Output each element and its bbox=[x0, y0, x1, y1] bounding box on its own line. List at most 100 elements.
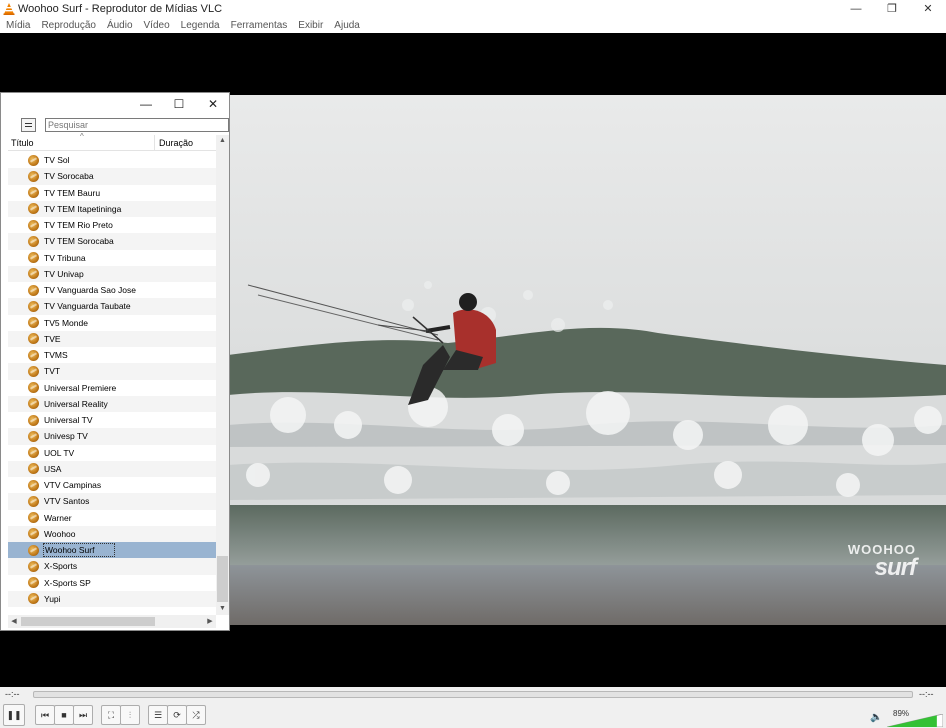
playlist-toggle-button[interactable]: ☰ bbox=[148, 705, 168, 725]
stream-globe-icon bbox=[28, 382, 39, 394]
stream-globe-icon bbox=[28, 528, 39, 540]
stream-globe-icon bbox=[28, 544, 39, 556]
stream-globe-icon bbox=[28, 512, 39, 524]
playlist-item[interactable]: TV Vanguarda Sao Jose bbox=[8, 282, 216, 299]
search-input[interactable] bbox=[45, 118, 229, 132]
remaining-time[interactable]: --:-- bbox=[919, 689, 934, 699]
minimize-button[interactable]: — bbox=[838, 0, 874, 17]
playlist-item-title: TV Vanguarda Taubate bbox=[44, 301, 131, 312]
stream-globe-icon bbox=[28, 479, 39, 491]
playlist-item[interactable]: VTV Santos bbox=[8, 493, 216, 510]
maximize-button[interactable]: ❐ bbox=[874, 0, 910, 17]
playlist-item[interactable]: TVE bbox=[8, 330, 216, 347]
stream-globe-icon bbox=[28, 447, 39, 459]
playlist-item[interactable]: X-Sports SP bbox=[8, 574, 216, 591]
stream-globe-icon bbox=[28, 577, 39, 589]
playlist-item[interactable]: TV Tribuna bbox=[8, 249, 216, 266]
scroll-up-icon[interactable]: ▲ bbox=[216, 135, 229, 147]
title-bar: Woohoo Surf - Reprodutor de Mídias VLC —… bbox=[0, 0, 946, 17]
stream-globe-icon bbox=[28, 187, 39, 199]
column-duration[interactable]: Duração bbox=[155, 138, 193, 148]
watermark-line2: surf bbox=[874, 554, 917, 581]
loop-button[interactable]: ⟳ bbox=[167, 705, 187, 725]
playlist-item-title: VTV Santos bbox=[44, 496, 90, 507]
playlist-item[interactable]: Univesp TV bbox=[8, 428, 216, 445]
stream-globe-icon bbox=[28, 365, 39, 377]
stream-globe-icon bbox=[28, 219, 39, 231]
playlist-item[interactable]: TV Sol bbox=[8, 152, 216, 169]
playlist-item[interactable]: TVT bbox=[8, 363, 216, 380]
elapsed-time: --:-- bbox=[5, 689, 20, 699]
menu-tools[interactable]: Ferramentas bbox=[225, 20, 293, 31]
playlist-item[interactable]: TVMS bbox=[8, 347, 216, 364]
close-button[interactable]: ✕ bbox=[910, 0, 946, 17]
playlist-item[interactable]: Woohoo bbox=[8, 525, 216, 542]
column-title-label: Título bbox=[11, 137, 34, 148]
stream-globe-icon bbox=[28, 235, 39, 247]
scroll-left-icon[interactable]: ◀ bbox=[8, 615, 20, 628]
playlist-item[interactable]: UOL TV bbox=[8, 444, 216, 461]
playlist-item[interactable]: Warner bbox=[8, 509, 216, 526]
pause-button[interactable]: ❚❚ bbox=[3, 704, 25, 726]
playlist-item[interactable]: Universal Premiere bbox=[8, 379, 216, 396]
playlist-item[interactable]: TV Vanguarda Taubate bbox=[8, 298, 216, 315]
stream-globe-icon bbox=[28, 560, 39, 572]
stream-globe-icon bbox=[28, 170, 39, 182]
playlist-item[interactable]: TV Univap bbox=[8, 265, 216, 282]
playlist-item[interactable]: TV TEM Rio Preto bbox=[8, 217, 216, 234]
playlist-item[interactable]: TV5 Monde bbox=[8, 314, 216, 331]
menu-media[interactable]: Mídia bbox=[0, 20, 35, 31]
playlist-item[interactable]: TV Sorocaba bbox=[8, 168, 216, 185]
scroll-right-icon[interactable]: ▶ bbox=[204, 615, 216, 628]
stream-globe-icon bbox=[28, 430, 39, 442]
shuffle-button[interactable]: ⤮ bbox=[186, 705, 206, 725]
playlist-item[interactable]: Universal Reality bbox=[8, 395, 216, 412]
sort-caret-icon: ^ bbox=[80, 131, 84, 141]
volume-slider[interactable] bbox=[887, 714, 943, 727]
next-button[interactable]: ⏭ bbox=[73, 705, 93, 725]
scroll-down-icon[interactable]: ▼ bbox=[216, 603, 229, 615]
playlist-item[interactable]: TV TEM Bauru bbox=[8, 184, 216, 201]
speaker-icon[interactable]: 🔈 bbox=[870, 712, 882, 723]
playlist-item-title: TV TEM Rio Preto bbox=[44, 220, 113, 231]
horizontal-scroll-thumb[interactable] bbox=[21, 617, 155, 626]
horizontal-scrollbar[interactable]: ◀ ▶ bbox=[8, 615, 216, 628]
playlist-item[interactable]: TV TEM Sorocaba bbox=[8, 233, 216, 250]
volume-control[interactable]: 🔈 89% bbox=[870, 705, 946, 727]
playlist-item[interactable]: Universal TV bbox=[8, 412, 216, 429]
column-title[interactable]: Título ^ bbox=[8, 132, 155, 151]
playlist-view-button[interactable] bbox=[21, 118, 36, 132]
fullscreen-button[interactable]: ⛶ bbox=[101, 705, 121, 725]
playlist-item-title: TVMS bbox=[44, 350, 68, 361]
menu-view[interactable]: Exibir bbox=[292, 20, 328, 31]
extended-settings-button[interactable]: ⫶ bbox=[120, 705, 140, 725]
vertical-scroll-thumb[interactable] bbox=[217, 556, 228, 602]
playlist-item[interactable]: Woohoo Surf bbox=[8, 542, 216, 559]
menu-video[interactable]: Vídeo bbox=[138, 20, 175, 31]
menu-help[interactable]: Ajuda bbox=[328, 20, 365, 31]
vertical-scrollbar[interactable]: ▲ ▼ bbox=[216, 135, 229, 615]
playlist-item-title: TV TEM Bauru bbox=[44, 187, 101, 198]
menu-audio[interactable]: Áudio bbox=[101, 20, 138, 31]
control-bar: ❚❚ ⏮ ■ ⏭ ⛶ ⫶ ☰ ⟳ ⤮ 🔈 89% bbox=[0, 702, 946, 728]
playlist-item[interactable]: VTV Campinas bbox=[8, 477, 216, 494]
menu-subtitle[interactable]: Legenda bbox=[175, 20, 225, 31]
playlist-item-title: X-Sports bbox=[44, 561, 78, 572]
playlist-item[interactable]: X-Sports bbox=[8, 558, 216, 575]
playlist-item-title: TV Tribuna bbox=[44, 252, 86, 263]
playlist-item[interactable]: USA bbox=[8, 460, 216, 477]
menu-playback[interactable]: Reprodução bbox=[35, 20, 100, 31]
woohoo-surf-watermark: WOOHOO surf bbox=[848, 543, 917, 581]
playlist-item-title: Woohoo bbox=[44, 528, 76, 539]
vlc-cone-icon bbox=[3, 2, 15, 15]
playlist-item-title: TV TEM Sorocaba bbox=[44, 236, 114, 247]
seek-slider[interactable] bbox=[33, 691, 913, 698]
stream-globe-icon bbox=[28, 495, 39, 507]
playlist-close-button[interactable]: ✕ bbox=[203, 96, 223, 112]
stop-button[interactable]: ■ bbox=[54, 705, 74, 725]
playlist-maximize-button[interactable]: ☐ bbox=[169, 96, 189, 112]
playlist-item[interactable]: Yupi bbox=[8, 590, 216, 607]
playlist-minimize-button[interactable]: — bbox=[136, 96, 156, 112]
previous-button[interactable]: ⏮ bbox=[35, 705, 55, 725]
playlist-item[interactable]: TV TEM Itapetininga bbox=[8, 200, 216, 217]
